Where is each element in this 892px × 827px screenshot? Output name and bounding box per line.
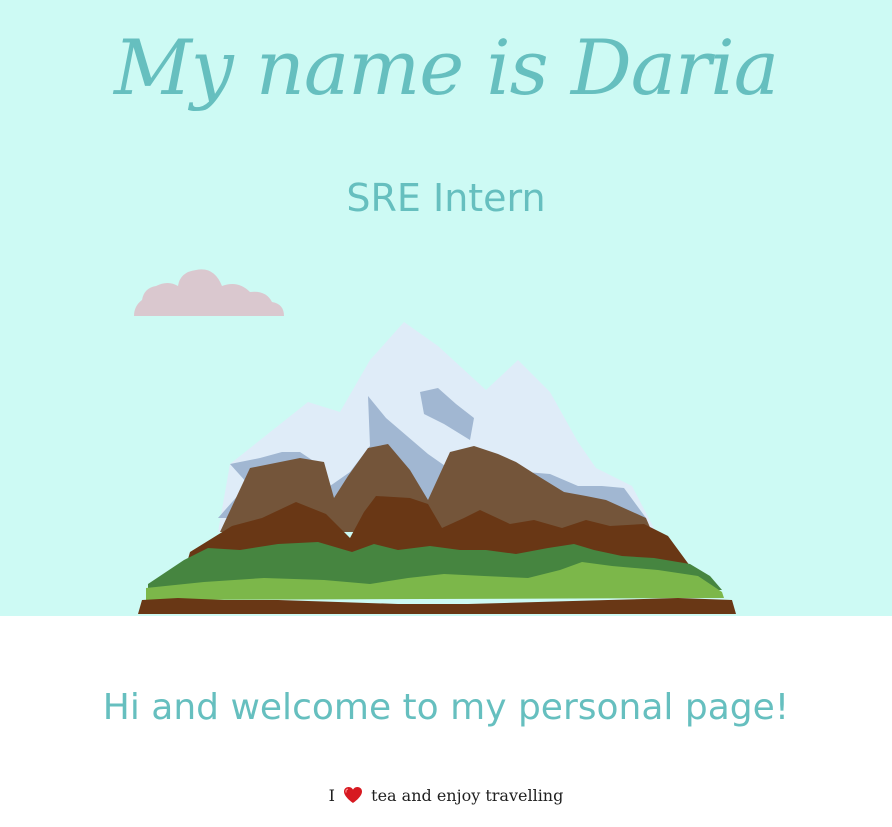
heart-icon <box>344 787 363 803</box>
welcome-heading: Hi and welcome to my personal page! <box>102 687 790 728</box>
page-title: My name is Daria <box>113 23 779 112</box>
page-subtitle: SRE Intern <box>346 176 546 220</box>
mountain-icon <box>138 322 736 614</box>
tagline-suffix: tea and enjoy travelling <box>371 786 564 805</box>
tagline-prefix: I <box>328 786 335 805</box>
hero-section: My name is Daria SRE Intern <box>0 0 892 616</box>
tagline: I tea and enjoy travelling <box>0 784 892 808</box>
cloud-icon <box>134 269 284 316</box>
